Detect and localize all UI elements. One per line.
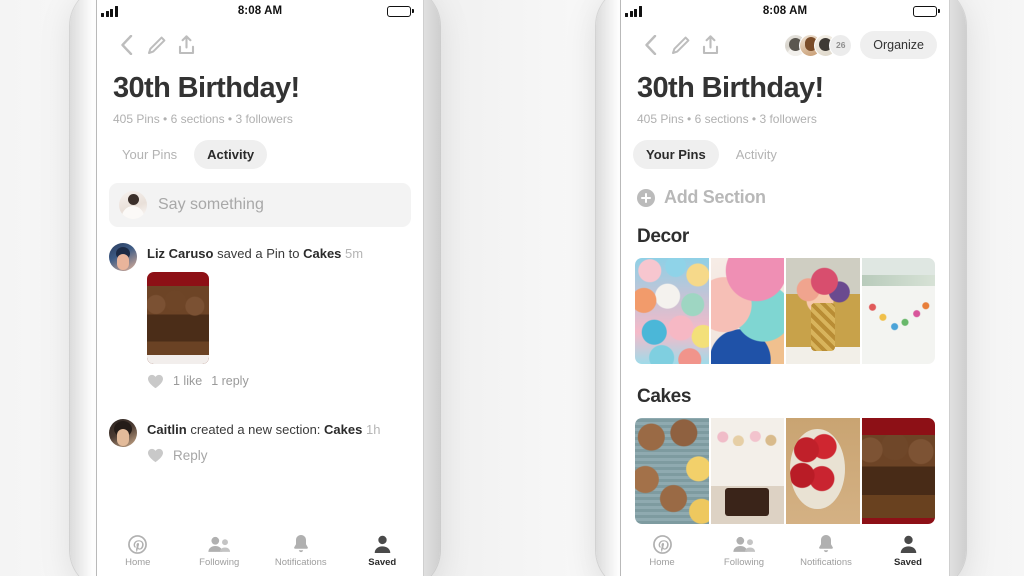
tab-your-pins[interactable]: Your Pins: [109, 140, 190, 169]
person-icon: [899, 534, 918, 554]
activity-body: Caitlin created a new section: Cakes 1h …: [147, 419, 411, 464]
collaborator-facepile[interactable]: 26: [784, 33, 853, 57]
nav-label: Saved: [894, 557, 922, 568]
avatar: [119, 191, 147, 219]
board-tabs: Your Pins Activity: [97, 126, 423, 169]
avatar: [109, 418, 137, 447]
nav-item-saved[interactable]: Saved: [342, 534, 424, 568]
top-toolbar: 26 Organize: [621, 22, 949, 62]
reply-button[interactable]: Reply: [173, 448, 208, 463]
love-cake-thumb[interactable]: [710, 418, 784, 524]
activity-target[interactable]: Cakes: [324, 422, 362, 437]
phone-left: 8:08 AM 30th Birthday! 405 Pins • 6 sect…: [70, 0, 440, 576]
tassel-garland-doors-thumb[interactable]: [861, 258, 935, 364]
truffle-cookies-thumb[interactable]: [635, 418, 709, 524]
chocolate-cake-thumb[interactable]: [861, 418, 935, 524]
board-tabs: Your Pins Activity: [621, 126, 949, 169]
share-upload-icon[interactable]: [171, 31, 201, 59]
dual-phone-mockup: 8:08 AM 30th Birthday! 405 Pins • 6 sect…: [0, 0, 1024, 576]
bell-icon: [817, 534, 835, 554]
activity-actions: Reply: [147, 448, 411, 463]
nav-label: Home: [125, 557, 151, 568]
activity-body: Liz Caruso saved a Pin to Cakes 5m 1 lik…: [147, 243, 411, 389]
page-title: 30th Birthday!: [113, 72, 300, 104]
activity-action: created a new section:: [186, 421, 325, 437]
tab-your-pins[interactable]: Your Pins: [633, 140, 719, 169]
phone-screen-left: 8:08 AM 30th Birthday! 405 Pins • 6 sect…: [96, 0, 424, 576]
balloon-wall-thumb[interactable]: [635, 258, 709, 364]
section-title-decor[interactable]: Decor: [621, 208, 949, 248]
section-title-cakes[interactable]: Cakes: [621, 364, 949, 408]
organize-button[interactable]: Organize: [860, 31, 937, 59]
share-upload-icon[interactable]: [695, 31, 725, 59]
back-chevron-icon[interactable]: [111, 31, 141, 59]
avatar: [109, 243, 137, 271]
phone-right: 8:08 AM 26 Organize 30th Birthday! 405 P…: [596, 0, 966, 576]
strawberry-tart-thumb[interactable]: [786, 418, 860, 524]
colorful-plates-thumb[interactable]: [710, 258, 784, 364]
reply-count[interactable]: 1 reply: [211, 374, 249, 388]
activity-actor[interactable]: Liz Caruso: [147, 246, 213, 261]
status-clock: 8:08 AM: [237, 5, 283, 17]
bottom-nav: Home Following Notifications Saved: [621, 526, 949, 576]
board-meta: 405 Pins • 6 sections • 3 followers: [637, 112, 817, 126]
nav-label: Saved: [368, 557, 397, 568]
activity-target[interactable]: Cakes: [303, 246, 341, 261]
collaborator-count-badge[interactable]: 26: [829, 33, 853, 57]
nav-item-saved[interactable]: Saved: [867, 534, 949, 568]
plus-circle-icon: [637, 188, 655, 207]
tab-activity[interactable]: Activity: [194, 140, 268, 169]
pinterest-logo-icon: [652, 534, 672, 554]
activity-action: saved a Pin to: [213, 246, 304, 261]
activity-actions: 1 like 1 reply: [147, 374, 411, 389]
nav-label: Following: [723, 557, 765, 568]
bell-icon: [292, 534, 310, 554]
pencil-edit-icon[interactable]: [665, 31, 695, 59]
nav-item-home[interactable]: Home: [97, 534, 179, 568]
nav-label: Home: [649, 557, 675, 568]
top-toolbar: [97, 22, 423, 62]
comment-composer[interactable]: Say something: [109, 183, 411, 227]
page-title: 30th Birthday!: [637, 72, 824, 104]
section-thumbs-cakes: [621, 408, 949, 524]
activity-time: 5m: [345, 246, 364, 261]
activity-text: Caitlin created a new section: Cakes 1h: [147, 421, 411, 439]
bottom-nav: Home Following Notifications Saved: [97, 526, 423, 576]
activity-item[interactable]: Caitlin created a new section: Cakes 1h …: [109, 418, 411, 464]
activity-time: 1h: [365, 421, 381, 437]
activity-text: Liz Caruso saved a Pin to Cakes 5m: [147, 245, 411, 263]
status-clock: 8:08 AM: [762, 5, 808, 17]
add-section-button[interactable]: Add Section: [621, 169, 949, 208]
nav-item-notifications[interactable]: Notifications: [260, 534, 342, 568]
chocolate-cake-pin[interactable]: [147, 271, 209, 364]
person-icon: [373, 534, 392, 554]
phone-screen-right: 8:08 AM 26 Organize 30th Birthday! 405 P…: [620, 0, 950, 576]
nav-item-notifications[interactable]: Notifications: [785, 534, 867, 568]
nav-item-following[interactable]: Following: [703, 534, 785, 568]
people-icon: [207, 534, 231, 554]
people-icon: [732, 534, 756, 554]
say-something-placeholder: Say something: [158, 196, 264, 213]
section-thumbs-decor: [621, 248, 949, 364]
status-bar: 8:08 AM: [621, 0, 949, 22]
pineapple-floral-thumb[interactable]: [786, 258, 860, 364]
back-chevron-icon[interactable]: [635, 31, 665, 59]
nav-label: Notifications: [274, 557, 327, 568]
activity-item[interactable]: Liz Caruso saved a Pin to Cakes 5m 1 lik…: [109, 243, 411, 389]
add-section-label: Add Section: [664, 187, 766, 207]
heart-icon[interactable]: [147, 374, 164, 389]
like-count[interactable]: 1 like: [173, 374, 202, 388]
tab-activity[interactable]: Activity: [723, 140, 790, 169]
activity-actor[interactable]: Caitlin: [147, 422, 187, 437]
heart-icon[interactable]: [147, 448, 164, 463]
status-bar: 8:08 AM: [97, 0, 423, 22]
pinterest-logo-icon: [128, 534, 148, 554]
activity-feed: Liz Caruso saved a Pin to Cakes 5m 1 lik…: [97, 227, 423, 463]
nav-item-following[interactable]: Following: [179, 534, 261, 568]
nav-label: Notifications: [800, 557, 852, 568]
board-meta: 405 Pins • 6 sections • 3 followers: [113, 112, 293, 126]
nav-label: Following: [199, 557, 240, 568]
pencil-edit-icon[interactable]: [141, 31, 171, 59]
nav-item-home[interactable]: Home: [621, 534, 703, 568]
